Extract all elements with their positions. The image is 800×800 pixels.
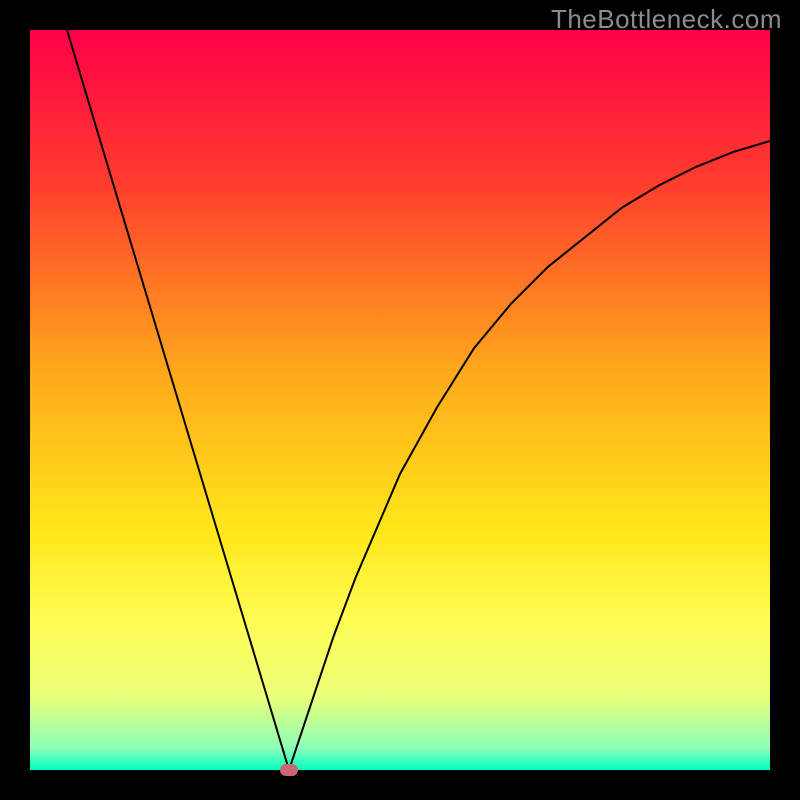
- minimum-marker: [280, 764, 298, 776]
- bottleneck-curve: [30, 30, 770, 770]
- plot-area: [30, 30, 770, 770]
- chart-frame: TheBottleneck.com: [0, 0, 800, 800]
- watermark-label: TheBottleneck.com: [551, 4, 782, 35]
